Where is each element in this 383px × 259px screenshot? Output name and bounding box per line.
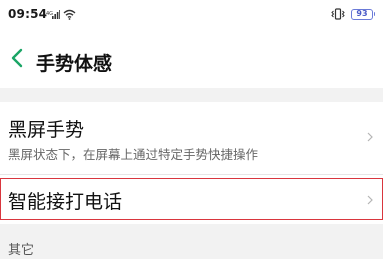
back-button[interactable] [2, 38, 32, 82]
header: 手势体感 [0, 38, 383, 82]
battery-icon: 93 [351, 8, 375, 20]
divider [0, 174, 383, 175]
settings-item-title: 智能接打电话 [8, 191, 123, 213]
vibrate-icon [331, 5, 345, 24]
section-gap [0, 88, 383, 102]
settings-item-subtitle: 黑屏状态下，在屏幕上通过特定手势快捷操作 [8, 147, 259, 162]
chevron-right-icon [366, 192, 374, 206]
settings-item-title: 黑屏手势 [8, 119, 85, 141]
status-bar: 09:54 4G 93 [0, 0, 383, 28]
status-time: 09:54 [8, 7, 48, 21]
chevron-left-icon [11, 48, 23, 72]
section-label: 其它 [8, 243, 35, 258]
settings-item-smart-call[interactable]: 智能接打电话 [0, 178, 383, 220]
status-icons-left: 4G [46, 7, 76, 21]
chevron-right-icon [366, 129, 374, 143]
page-title: 手势体感 [36, 53, 113, 75]
other-section-header: 其它 [0, 224, 383, 259]
status-icons-right: 93 [331, 5, 375, 24]
settings-item-screen-off-gestures[interactable]: 黑屏手势 黑屏状态下，在屏幕上通过特定手势快捷操作 [0, 102, 383, 174]
signal-icon: 4G [46, 5, 60, 24]
wifi-icon [63, 5, 76, 24]
